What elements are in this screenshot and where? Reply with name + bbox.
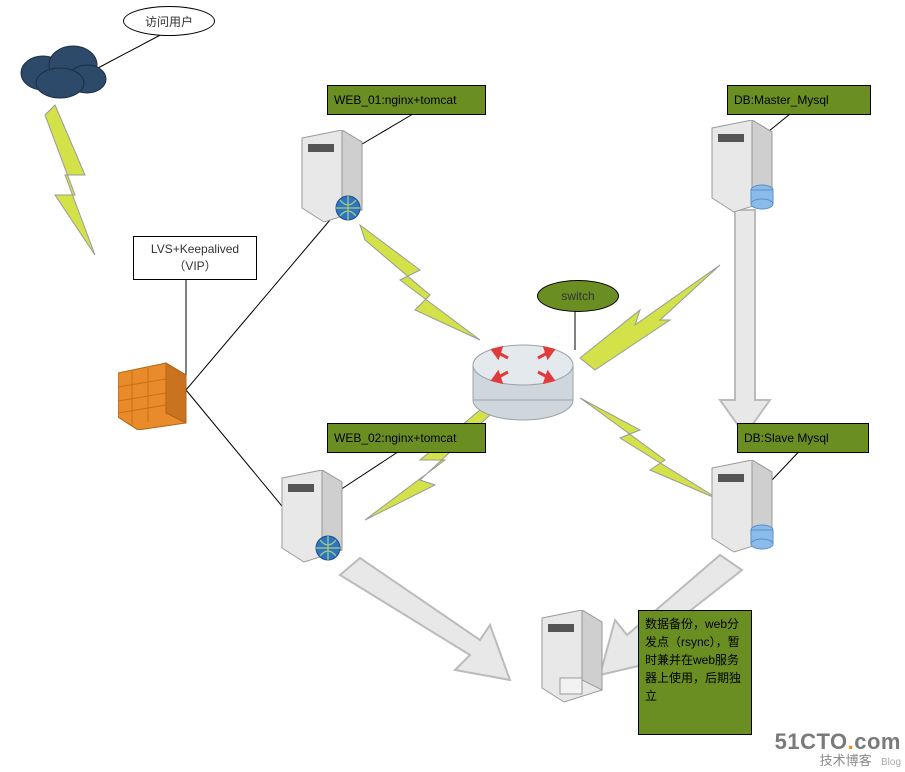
- lvs-label: LVS+Keepalived（VIP）: [133, 236, 257, 280]
- web01-server-icon: [290, 130, 370, 225]
- db-slave-server-icon: [700, 460, 780, 555]
- user-label: 访问用户: [123, 6, 215, 36]
- db-slave-label-text: DB:Slave Mysql: [744, 431, 829, 445]
- watermark: 51CTO.com 技术博客 Blog: [775, 730, 901, 768]
- firewall-icon: [118, 355, 188, 430]
- watermark-brand-a: 51CTO: [775, 729, 848, 754]
- db-master-server-icon: [700, 120, 780, 215]
- watermark-blog: Blog: [881, 757, 901, 768]
- web02-server-icon: [270, 470, 350, 565]
- switch-label: switch: [537, 280, 619, 312]
- backup-server-icon: [530, 610, 610, 705]
- db-master-label: DB:Master_Mysql: [727, 85, 871, 115]
- web01-label: WEB_01:nginx+tomcat: [327, 85, 486, 115]
- backup-note: 数据备份，web分发点（rsync），暂时兼并在web服务器上使用，后期独立: [638, 610, 752, 735]
- user-label-text: 访问用户: [145, 13, 193, 30]
- db-master-label-text: DB:Master_Mysql: [734, 93, 829, 107]
- backup-note-text: 数据备份，web分发点（rsync），暂时兼并在web服务器上使用，后期独立: [645, 617, 741, 703]
- internet-cloud-icon: [15, 35, 110, 100]
- web02-label: WEB_02:nginx+tomcat: [327, 423, 486, 453]
- router-icon: [468, 330, 578, 425]
- switch-label-text: switch: [561, 289, 594, 303]
- watermark-brand-b: com: [854, 729, 901, 754]
- web01-label-text: WEB_01:nginx+tomcat: [334, 93, 456, 107]
- lvs-label-text: LVS+Keepalived（VIP）: [151, 242, 239, 273]
- db-slave-label: DB:Slave Mysql: [737, 423, 869, 453]
- web02-label-text: WEB_02:nginx+tomcat: [334, 431, 456, 445]
- watermark-cn: 技术博客: [820, 753, 872, 768]
